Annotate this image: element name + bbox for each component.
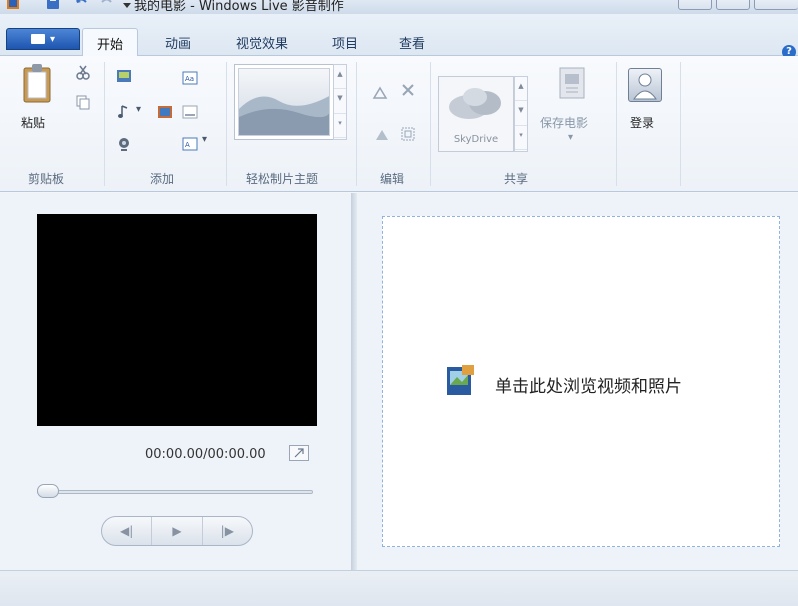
add-group-label: 添加: [150, 172, 175, 186]
skydrive-button: SkyDrive: [438, 76, 514, 152]
paste-icon[interactable]: [22, 62, 52, 106]
group-separator: [430, 62, 431, 186]
select-all-icon: [401, 127, 415, 141]
themes-group-label: 轻松制片主题: [246, 172, 319, 186]
scroll-up-icon: ▲: [515, 77, 527, 102]
automovie-theme-thumbnail[interactable]: [234, 64, 334, 140]
gallery-expand-icon: ▾: [515, 126, 527, 151]
next-frame-button[interactable]: |▶: [203, 517, 252, 545]
group-separator: [356, 62, 357, 186]
rotate-right-icon: [376, 130, 388, 140]
webcam-icon[interactable]: [116, 136, 132, 152]
share-group-label: 共享: [504, 172, 529, 186]
ribbon-tab-row: ▾ 开始 动画 视觉效果 项目 查看 ?: [0, 14, 798, 59]
edit-group-label: 编辑: [380, 172, 405, 186]
scroll-down-icon: ▼: [515, 101, 527, 126]
video-preview[interactable]: [37, 214, 317, 426]
group-separator: [616, 62, 617, 186]
paste-label[interactable]: 粘贴: [21, 114, 45, 131]
signin-icon[interactable]: [628, 68, 662, 102]
minimize-button[interactable]: [678, 0, 712, 10]
add-videos-photos-icon[interactable]: [116, 68, 132, 84]
undo-icon[interactable]: [74, 0, 88, 10]
chevron-down-icon: ▾: [568, 132, 574, 143]
remove-icon: [402, 84, 414, 96]
redo-icon[interactable]: [100, 0, 114, 10]
browse-media-icon[interactable]: [446, 365, 474, 397]
add-title-icon[interactable]: Aa: [182, 70, 198, 86]
save-movie-icon: [559, 67, 585, 99]
add-music-icon[interactable]: [116, 104, 132, 120]
seek-bar[interactable]: [37, 490, 313, 494]
tab-project[interactable]: 项目: [318, 28, 372, 56]
playback-controls: ◀| ▶ |▶: [101, 516, 253, 546]
scroll-up-icon[interactable]: ▲: [334, 65, 346, 90]
preview-pane: 00:00.00/00:00.00 ◀| ▶ |▶: [0, 193, 351, 570]
fullscreen-preview-icon[interactable]: [289, 445, 309, 461]
app-menu-button[interactable]: ▾: [6, 28, 80, 50]
scroll-down-icon[interactable]: ▼: [334, 89, 346, 114]
tab-visual-effects[interactable]: 视觉效果: [218, 28, 306, 56]
tab-home[interactable]: 开始: [82, 28, 138, 57]
timecode: 00:00.00/00:00.00: [145, 447, 266, 462]
status-bar: [0, 570, 798, 606]
tab-view[interactable]: 查看: [384, 28, 440, 56]
save-icon[interactable]: [46, 0, 60, 10]
theme-gallery-scroller[interactable]: ▲ ▼ ▾: [333, 64, 347, 140]
chevron-down-icon[interactable]: ▾: [136, 104, 141, 115]
previous-frame-button[interactable]: ◀|: [102, 517, 153, 545]
chevron-down-icon[interactable]: ▾: [202, 134, 207, 145]
svg-text:A: A: [185, 141, 190, 149]
chevron-down-icon: ▾: [49, 33, 56, 45]
group-separator: [104, 62, 105, 186]
rotate-left-icon: [372, 86, 388, 99]
customize-toolbar-icon[interactable]: [120, 0, 134, 10]
gallery-expand-icon[interactable]: ▾: [334, 114, 346, 139]
theme-preview-image: [239, 96, 329, 135]
signin-label[interactable]: 登录: [630, 114, 654, 131]
clipboard-group-label: 剪贴板: [28, 172, 65, 186]
maximize-button[interactable]: [716, 0, 750, 10]
group-separator: [680, 62, 681, 186]
group-separator: [226, 62, 227, 186]
copy-icon[interactable]: [75, 94, 91, 110]
app-icon: [7, 0, 19, 9]
browse-videos-photos-link[interactable]: 单击此处浏览视频和照片: [495, 372, 682, 397]
cut-icon[interactable]: [75, 64, 91, 80]
ribbon: 粘贴 剪贴板 ▾ Aa A ▾ 添加 ▲ ▼ ▾ 轻松制片主题 编辑 SkyDr…: [0, 56, 798, 192]
user-avatar-icon: [633, 73, 657, 100]
add-caption-icon[interactable]: [182, 104, 198, 120]
save-movie-label: 保存电影: [540, 116, 589, 130]
title-bar: 我的电影 - Windows Live 影音制作: [0, 0, 798, 14]
add-credits-icon[interactable]: A: [182, 136, 198, 152]
share-gallery-scroller: ▲ ▼ ▾: [514, 76, 528, 152]
skydrive-label: SkyDrive: [453, 134, 499, 145]
expand-arrow-icon: [294, 448, 304, 458]
svg-text:Aa: Aa: [185, 75, 194, 83]
skydrive-cloud-icon: [449, 88, 501, 119]
play-button[interactable]: ▶: [152, 517, 203, 545]
seek-thumb[interactable]: [37, 484, 59, 498]
window-title: 我的电影 - Windows Live 影音制作: [134, 0, 344, 14]
app-menu-icon: [30, 34, 45, 44]
close-button[interactable]: [754, 0, 798, 10]
tab-animations[interactable]: 动画: [150, 28, 206, 56]
snapshot-icon[interactable]: [157, 104, 173, 120]
